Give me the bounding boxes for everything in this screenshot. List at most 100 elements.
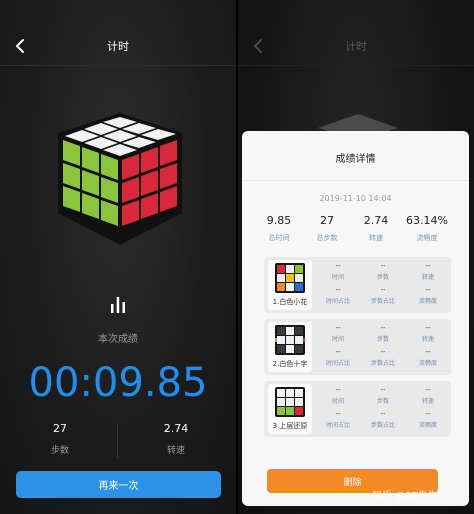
cell-value: -- [380, 410, 386, 418]
cell-label: 时间占比 [325, 298, 350, 305]
cell-value: -- [380, 348, 386, 356]
stage-cell: -- 时间 [316, 324, 360, 343]
stage-cell: -- 时间占比 [316, 286, 360, 305]
cell-value: -- [425, 286, 431, 294]
cell-label: 时间占比 [325, 360, 350, 367]
cell-label: 步数 [376, 398, 389, 405]
cube-pattern-icon [275, 325, 305, 355]
stage-cell: -- 步数 [361, 324, 405, 343]
stage-name: 1.白色小花 [272, 298, 308, 306]
stage-thumbnail: 1.白色小花 [268, 260, 312, 310]
stat-label: 步数 [50, 446, 69, 456]
stat-moves: 27 步数 [20, 422, 100, 456]
cell-value: -- [425, 262, 431, 270]
cell-value: -- [425, 348, 431, 356]
cell-value: -- [425, 386, 431, 394]
try-again-button[interactable]: 再来一次 [16, 471, 221, 498]
page-title: 计时 [107, 40, 129, 53]
cell-label: 转速 [421, 398, 434, 405]
summary-total-moves: 27 总步数 [304, 214, 350, 243]
cell-label: 时间 [331, 274, 344, 281]
stage-cell: -- 时间 [316, 262, 360, 281]
cell-label: 时间 [331, 398, 344, 405]
stage-card[interactable]: 3.上层还原 -- 时间 -- 步数 -- 转速 -- 时间占比 -- 步数占比 -- 流畅… [264, 381, 451, 437]
result-date: 2019-11-10 14:04 [319, 194, 392, 203]
result-label: 本次成绩 [98, 334, 138, 345]
stage-cell: -- 步数 [361, 262, 405, 281]
summary-label: 转速 [369, 234, 383, 242]
stage-name: 2.白色十字 [272, 360, 308, 368]
cell-value: -- [380, 262, 386, 270]
cube-pattern-icon [275, 263, 305, 293]
solve-time: 00:09.85 [28, 360, 208, 406]
stage-cell: -- 步数占比 [361, 348, 405, 367]
stage-thumbnail: 2.白色十字 [268, 322, 312, 372]
cell-label: 时间占比 [325, 422, 350, 429]
top-bar: 计时 [238, 30, 474, 66]
stage-cell: -- 流畅度 [406, 348, 450, 367]
cube-pattern-icon [275, 387, 305, 417]
timer-screen: 计时 本次成绩 00:09.85 27 步数 2.74 转速 再来一次 [0, 0, 236, 514]
stage-cell: -- 流畅度 [406, 286, 450, 305]
cell-value: -- [380, 286, 386, 294]
stage-cell: -- 转速 [406, 324, 450, 343]
stage-cell: -- 转速 [406, 386, 450, 405]
cell-label: 流畅度 [418, 422, 437, 429]
cell-value: -- [335, 410, 341, 418]
cell-value: -- [335, 348, 341, 356]
stage-cell: -- 流畅度 [406, 410, 450, 429]
details-screen: 计时 成绩详情 2019-11-10 14:04 9.85 总时间 27 总步数… [238, 0, 474, 514]
cell-value: -- [425, 410, 431, 418]
stage-cell: -- 时间占比 [316, 410, 360, 429]
summary-fluency: 63.14% 流畅度 [404, 214, 450, 243]
cell-label: 转速 [421, 336, 434, 343]
summary-label: 总步数 [316, 234, 338, 242]
summary-total-time: 9.85 总时间 [256, 214, 302, 243]
summary-label: 总时间 [268, 234, 290, 242]
stage-cell: -- 步数占比 [361, 410, 405, 429]
modal-title: 成绩详情 [335, 154, 376, 165]
cell-value: -- [380, 386, 386, 394]
stat-tps: 2.74 转速 [136, 422, 216, 456]
cell-label: 步数占比 [370, 298, 395, 305]
stage-cell: -- 转速 [406, 262, 450, 281]
stats-divider [117, 424, 118, 458]
stat-value: 2.74 [163, 422, 189, 435]
cell-value: -- [335, 262, 341, 270]
modal-divider [242, 180, 469, 181]
stage-card[interactable]: 2.白色十字 -- 时间 -- 步数 -- 转速 -- 时间占比 -- 步数占比 -- 流畅… [264, 319, 451, 375]
stage-cell: -- 步数占比 [361, 286, 405, 305]
header-divider [0, 65, 236, 66]
summary-tps: 2.74 转速 [353, 214, 399, 243]
header-divider [238, 65, 474, 66]
stage-cell: -- 时间 [316, 386, 360, 405]
cell-value: -- [380, 324, 386, 332]
rubiks-cube-image [58, 113, 182, 245]
result-details-modal: 成绩详情 2019-11-10 14:04 9.85 总时间 27 总步数 2.… [242, 131, 469, 506]
cell-label: 步数占比 [370, 360, 395, 367]
cell-value: -- [335, 286, 341, 294]
cell-label: 步数占比 [370, 422, 395, 429]
cell-label: 流畅度 [418, 360, 437, 367]
cell-value: -- [335, 386, 341, 394]
stat-value: 27 [53, 422, 67, 435]
stage-name: 3.上层还原 [272, 422, 308, 430]
stats-row: 27 步数 2.74 转速 [20, 422, 216, 462]
summary-row: 9.85 总时间 27 总步数 2.74 转速 63.14% 流畅度 [256, 214, 455, 244]
cell-label: 流畅度 [418, 298, 437, 305]
summary-value: 63.14% [406, 214, 448, 227]
summary-value: 27 [320, 214, 334, 227]
cell-label: 转速 [421, 274, 434, 281]
cell-label: 步数 [376, 336, 389, 343]
stage-cell: -- 步数 [361, 386, 405, 405]
stage-thumbnail: 3.上层还原 [268, 384, 312, 434]
stage-card[interactable]: 1.白色小花 -- 时间 -- 步数 -- 转速 -- 时间占比 -- 步数占比 -- 流畅… [264, 257, 451, 313]
watermark-text: 知乎 @3T先生 [372, 491, 438, 502]
cell-label: 步数 [376, 274, 389, 281]
summary-label: 流畅度 [416, 234, 438, 242]
stage-cell: -- 时间占比 [316, 348, 360, 367]
summary-value: 2.74 [363, 214, 389, 227]
cell-value: -- [335, 324, 341, 332]
page-title: 计时 [345, 40, 367, 53]
stat-label: 转速 [166, 446, 185, 456]
